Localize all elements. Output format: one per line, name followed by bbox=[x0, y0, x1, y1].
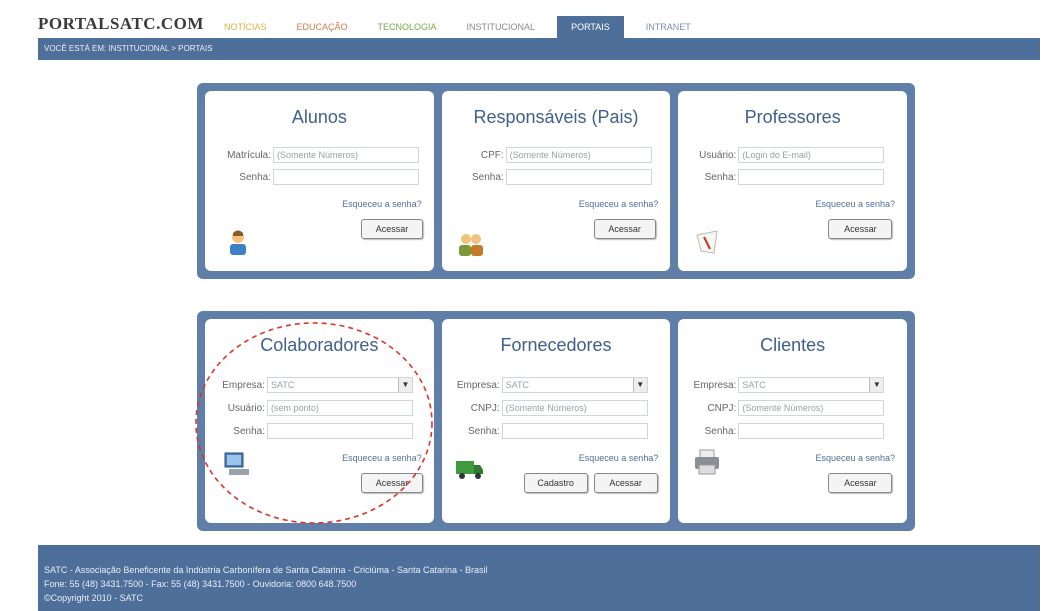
field-label: CNPJ: bbox=[707, 402, 737, 414]
footer-copyright: ©Copyright 2010 - SATC bbox=[44, 593, 144, 603]
cpf-input[interactable]: (Somente Números) bbox=[505, 147, 652, 163]
chevron-down-icon[interactable]: ▼ bbox=[632, 378, 647, 392]
field-label: Senha: bbox=[704, 171, 737, 183]
login-panel-top: Alunos Matrícula: (Somente Números) Senh… bbox=[197, 83, 915, 279]
top-navigation: PORTALSATC.COM Notícias Educação Tecnolo… bbox=[38, 12, 1040, 38]
login-panel-bottom: Colaboradores Empresa: SATC ▼ Usuário: (s… bbox=[197, 311, 915, 531]
cnpj-input[interactable]: (Somente Números) bbox=[501, 400, 648, 416]
matricula-input[interactable]: (Somente Números) bbox=[273, 147, 419, 163]
register-button[interactable]: Cadastro bbox=[523, 473, 588, 493]
forgot-password-link[interactable]: Esqueceu a senha? bbox=[342, 199, 422, 209]
login-button[interactable]: Acessar bbox=[361, 219, 423, 239]
footer: SATC - Associação Beneficente da Indústr… bbox=[38, 545, 1040, 611]
card-alunos: Alunos Matrícula: (Somente Números) Senh… bbox=[205, 91, 434, 271]
nav-tab-educacao[interactable]: Educação bbox=[289, 16, 356, 38]
senha-row: Senha: bbox=[440, 423, 648, 439]
site-logo[interactable]: PORTALSATC.COM bbox=[38, 14, 216, 38]
password-input[interactable] bbox=[738, 423, 885, 439]
empresa-row: Empresa: SATC ▼ bbox=[676, 377, 885, 393]
field-label: Usuário: bbox=[699, 149, 737, 161]
forgot-password-link[interactable]: Esqueceu a senha? bbox=[579, 453, 659, 463]
footer-address: SATC - Associação Beneficente da Indústr… bbox=[44, 565, 488, 575]
teacher-icon bbox=[696, 230, 718, 254]
select-value: SATC bbox=[505, 380, 530, 390]
field-label: CPF: bbox=[480, 149, 504, 161]
card-clientes: Clientes Empresa: SATC ▼ CNPJ: (Somente N… bbox=[676, 319, 908, 523]
usuario-row: Usuário: (sem ponto) bbox=[205, 400, 413, 416]
printer-icon bbox=[695, 449, 720, 475]
username-input[interactable]: (Login do E-mail) bbox=[738, 147, 885, 163]
senha-row: Senha: bbox=[211, 169, 419, 185]
empresa-row: Empresa: SATC ▼ bbox=[205, 377, 413, 393]
forgot-password-link[interactable]: Esqueceu a senha? bbox=[815, 453, 895, 463]
select-value: SATC bbox=[271, 380, 295, 390]
card-title: Colaboradores bbox=[260, 335, 379, 355]
login-button[interactable]: Acessar bbox=[361, 473, 423, 493]
password-input[interactable] bbox=[273, 169, 419, 185]
computer-icon bbox=[224, 452, 249, 475]
nav-tab-portais[interactable]: Portais bbox=[557, 16, 624, 38]
password-input[interactable] bbox=[267, 423, 413, 439]
parents-icon bbox=[458, 234, 483, 256]
senha-row: Senha: bbox=[444, 169, 652, 185]
company-select[interactable]: SATC ▼ bbox=[738, 377, 885, 393]
card-professores: Professores Usuário: (Login do E-mail) S… bbox=[676, 91, 908, 271]
card-colaboradores: Colaboradores Empresa: SATC ▼ Usuário: (s… bbox=[205, 319, 434, 523]
field-label: Usuário: bbox=[227, 402, 265, 414]
senha-row: Senha: bbox=[676, 423, 885, 439]
nav-tab-institucional[interactable]: Institucional bbox=[459, 16, 544, 38]
usuario-row: Usuário: (Login do E-mail) bbox=[676, 147, 885, 163]
cnpj-row: CNPJ: (Somente Números) bbox=[440, 400, 648, 416]
field-label: Senha: bbox=[467, 425, 500, 437]
cnpj-input[interactable]: (Somente Números) bbox=[738, 400, 885, 416]
card-title: Alunos bbox=[291, 107, 347, 127]
password-input[interactable] bbox=[501, 423, 648, 439]
nav-tab-tecnologia[interactable]: Tecnologia bbox=[370, 16, 445, 38]
field-label: Senha: bbox=[471, 171, 504, 183]
senha-row: Senha: bbox=[676, 169, 885, 185]
login-button[interactable]: Acessar bbox=[828, 473, 893, 493]
login-button[interactable]: Acessar bbox=[828, 219, 893, 239]
field-label: CNPJ: bbox=[470, 402, 500, 414]
password-input[interactable] bbox=[505, 169, 652, 185]
forgot-password-link[interactable]: Esqueceu a senha? bbox=[815, 199, 895, 209]
footer-contact: Fone: 55 (48) 3431.7500 - Fax: 55 (48) 3… bbox=[44, 579, 357, 589]
field-label: Senha: bbox=[233, 425, 265, 437]
field-label: Senha: bbox=[239, 171, 271, 183]
cnpj-row: CNPJ: (Somente Números) bbox=[676, 400, 885, 416]
card-title: Responsáveis (Pais) bbox=[473, 107, 639, 127]
field-label: Empresa: bbox=[456, 379, 500, 391]
nav-tab-noticias[interactable]: Notícias bbox=[216, 16, 275, 38]
field-label: Senha: bbox=[704, 425, 737, 437]
card-fornecedores: Fornecedores Empresa: SATC ▼ CNPJ: (Somen… bbox=[440, 319, 671, 523]
chevron-down-icon[interactable]: ▼ bbox=[869, 378, 884, 392]
breadcrumb: Você está em: Institucional > Portais bbox=[38, 38, 1040, 60]
forgot-password-link[interactable]: Esqueceu a senha? bbox=[579, 199, 659, 209]
matricula-row: Matrícula: (Somente Números) bbox=[211, 147, 419, 163]
forgot-password-link[interactable]: Esqueceu a senha? bbox=[342, 453, 422, 463]
field-label: Empresa: bbox=[222, 379, 265, 391]
field-label: Matrícula: bbox=[227, 149, 271, 161]
delivery-truck-icon bbox=[455, 461, 483, 479]
nav-tab-intranet[interactable]: Intranet bbox=[638, 16, 699, 38]
cpf-row: CPF: (Somente Números) bbox=[444, 147, 652, 163]
company-select[interactable]: SATC ▼ bbox=[267, 377, 413, 393]
select-value: SATC bbox=[742, 380, 766, 390]
card-title: Fornecedores bbox=[500, 335, 612, 355]
login-button[interactable]: Acessar bbox=[593, 219, 656, 239]
card-responsaveis: Responsáveis (Pais) CPF: (Somente Número… bbox=[441, 91, 671, 271]
card-title: Clientes bbox=[760, 335, 826, 355]
field-label: Empresa: bbox=[693, 379, 737, 391]
company-select[interactable]: SATC ▼ bbox=[501, 377, 648, 393]
senha-row: Senha: bbox=[205, 423, 413, 439]
chevron-down-icon[interactable]: ▼ bbox=[398, 378, 412, 392]
password-input[interactable] bbox=[738, 169, 885, 185]
username-input[interactable]: (sem ponto) bbox=[267, 400, 413, 416]
student-icon bbox=[230, 230, 246, 255]
empresa-row: Empresa: SATC ▼ bbox=[440, 377, 648, 393]
card-title: Professores bbox=[744, 107, 841, 127]
login-button[interactable]: Acessar bbox=[593, 473, 658, 493]
